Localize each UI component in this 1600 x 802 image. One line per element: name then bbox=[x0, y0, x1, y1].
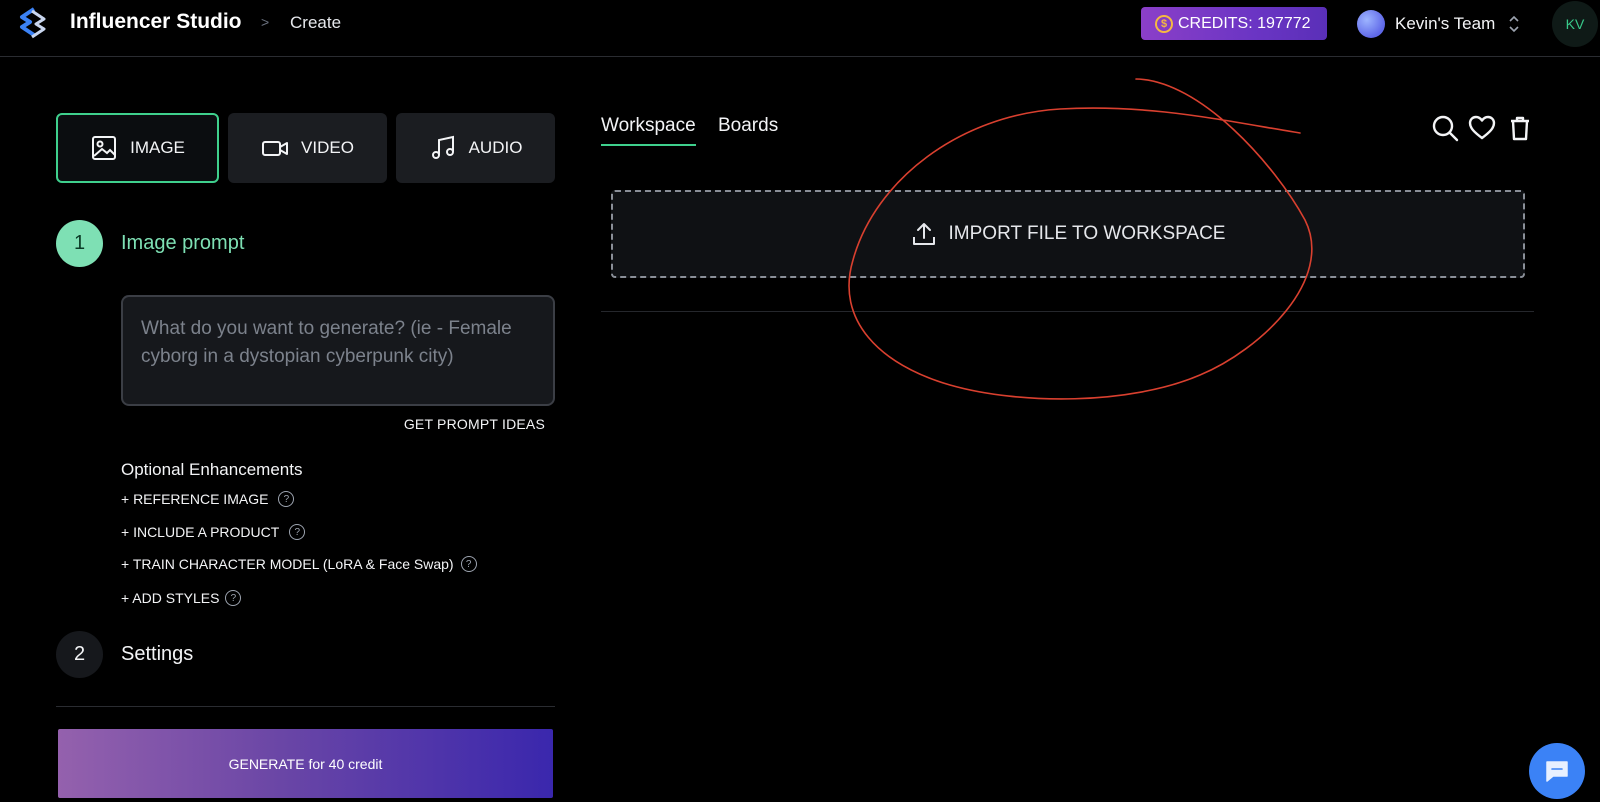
prompt-input[interactable] bbox=[121, 295, 555, 406]
chevron-up-down-icon bbox=[1509, 15, 1519, 33]
help-icon[interactable]: ? bbox=[278, 491, 295, 507]
reference-image-option[interactable]: + REFERENCE IMAGE ? bbox=[121, 491, 295, 507]
import-file-dropzone[interactable]: IMPORT FILE TO WORKSPACE bbox=[611, 190, 1525, 278]
team-avatar bbox=[1357, 9, 1385, 38]
help-icon[interactable]: ? bbox=[460, 556, 477, 572]
mode-video-label: VIDEO bbox=[301, 138, 354, 157]
divider bbox=[56, 706, 555, 707]
tab-boards[interactable]: Boards bbox=[718, 115, 778, 144]
import-file-label: IMPORT FILE TO WORKSPACE bbox=[948, 223, 1226, 244]
image-icon bbox=[92, 136, 117, 160]
app-logo-icon[interactable] bbox=[18, 7, 48, 39]
train-character-model-label: + TRAIN CHARACTER MODEL (LoRA & Face Swa… bbox=[121, 556, 454, 572]
chat-bubble-icon bbox=[1546, 761, 1568, 782]
credits-badge[interactable]: $ CREDITS: 197772 bbox=[1141, 7, 1327, 40]
heart-icon[interactable] bbox=[1468, 114, 1496, 142]
tab-workspace[interactable]: Workspace bbox=[601, 115, 696, 146]
coin-icon: $ bbox=[1155, 14, 1173, 33]
credits-label: CREDITS: 197772 bbox=[1178, 14, 1311, 32]
add-styles-label: + ADD STYLES bbox=[121, 590, 220, 606]
team-switcher[interactable]: Kevin's Team bbox=[1357, 9, 1519, 38]
step-1-badge: 1 bbox=[56, 220, 103, 267]
step-1-title[interactable]: Image prompt bbox=[121, 232, 244, 255]
video-camera-icon bbox=[262, 141, 289, 156]
mode-audio-label: AUDIO bbox=[468, 138, 523, 157]
mode-image-label: IMAGE bbox=[130, 138, 185, 157]
trash-icon[interactable] bbox=[1506, 114, 1534, 142]
user-avatar[interactable]: KV bbox=[1552, 1, 1598, 47]
step-2-badge: 2 bbox=[56, 631, 103, 678]
upload-icon bbox=[912, 223, 935, 245]
help-icon[interactable]: ? bbox=[289, 524, 306, 540]
app-title[interactable]: Influencer Studio bbox=[70, 10, 242, 34]
include-product-option[interactable]: + INCLUDE A PRODUCT ? bbox=[121, 524, 306, 540]
breadcrumb-chevron-icon: > bbox=[261, 14, 270, 30]
train-character-model-option[interactable]: + TRAIN CHARACTER MODEL (LoRA & Face Swa… bbox=[121, 556, 477, 572]
divider bbox=[601, 311, 1534, 312]
search-icon[interactable] bbox=[1431, 114, 1459, 142]
help-icon[interactable]: ? bbox=[225, 590, 242, 606]
add-styles-option[interactable]: + ADD STYLES ? bbox=[121, 590, 242, 606]
top-bar: Influencer Studio > Create $ CREDITS: 19… bbox=[0, 0, 1600, 57]
include-product-label: + INCLUDE A PRODUCT bbox=[121, 524, 280, 540]
mode-audio-button[interactable]: AUDIO bbox=[396, 113, 555, 183]
get-prompt-ideas-link[interactable]: GET PROMPT IDEAS bbox=[404, 416, 545, 432]
mode-video-button[interactable]: VIDEO bbox=[228, 113, 387, 183]
team-name: Kevin's Team bbox=[1395, 13, 1496, 33]
optional-enhancements-title: Optional Enhancements bbox=[121, 460, 303, 479]
chat-launcher-button[interactable] bbox=[1529, 743, 1585, 799]
breadcrumb-create[interactable]: Create bbox=[290, 13, 341, 33]
step-2-title[interactable]: Settings bbox=[121, 643, 193, 666]
reference-image-label: + REFERENCE IMAGE bbox=[121, 491, 269, 507]
generate-button[interactable]: GENERATE for 40 credit bbox=[58, 729, 553, 798]
mode-image-button[interactable]: IMAGE bbox=[56, 113, 219, 183]
music-note-icon bbox=[431, 135, 454, 159]
